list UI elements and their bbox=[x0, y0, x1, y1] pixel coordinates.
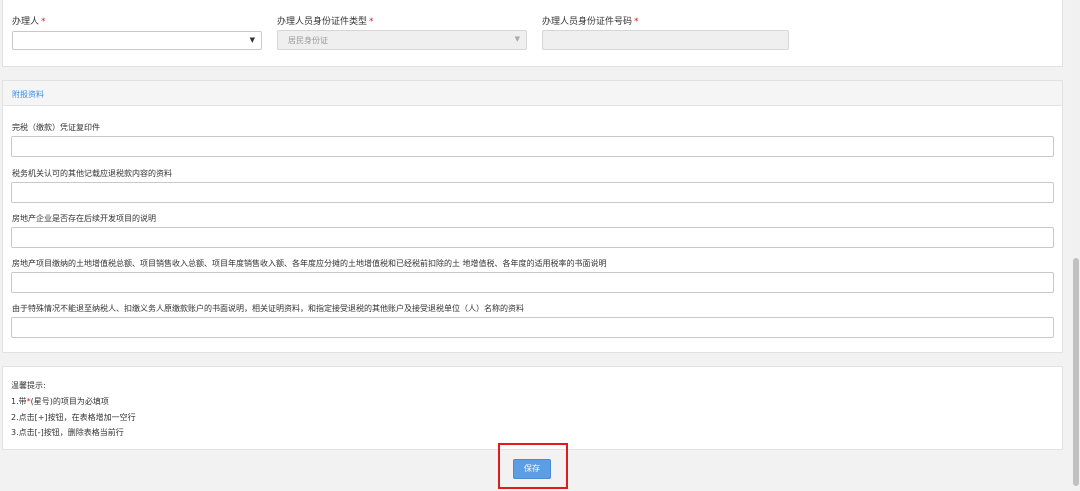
handler-select[interactable]: ▼ bbox=[12, 31, 262, 50]
attachment-label: 税务机关认可的其他记载应退税款内容的资料 bbox=[12, 169, 172, 178]
id-type-label: 办理人员身份证件类型 * bbox=[277, 17, 374, 27]
id-type-value: 居民身份证 bbox=[288, 36, 328, 45]
attachment-input-special-account[interactable] bbox=[11, 317, 1054, 338]
attachments-panel: 附报资料 完税（缴款）凭证复印件 税务机关认可的其他记载应退税款内容的资料 房地… bbox=[2, 80, 1063, 353]
attachment-input-refund-records[interactable] bbox=[11, 182, 1054, 203]
handler-label: 办理人 * bbox=[12, 17, 46, 27]
tip-line-2: 2.点击[+]按钮，在表格增加一空行 bbox=[11, 413, 136, 422]
attachment-label: 完税（缴款）凭证复印件 bbox=[12, 123, 100, 132]
chevron-down-icon: ▼ bbox=[249, 36, 255, 44]
id-number-label: 办理人员身份证件号码 * bbox=[542, 17, 639, 27]
tips-panel: 温馨提示: 1.带*(星号)的项目为必填项 2.点击[+]按钮，在表格增加一空行… bbox=[2, 366, 1063, 450]
id-type-select[interactable]: 居民身份证 ▼ bbox=[277, 30, 527, 50]
save-button[interactable]: 保存 bbox=[513, 459, 551, 479]
required-mark: * bbox=[369, 17, 374, 27]
tips-title: 温馨提示: bbox=[11, 381, 46, 390]
chevron-down-icon: ▼ bbox=[514, 35, 520, 43]
attachment-label: 房地产项目缴纳的土地增值税总额、项目销售收入总额、项目年度销售收入额、各年度应分… bbox=[12, 259, 607, 268]
attachment-label: 房地产企业是否存在后续开发项目的说明 bbox=[12, 214, 156, 223]
attachment-input-tax-receipt[interactable] bbox=[11, 136, 1054, 157]
attachments-title: 附报资料 bbox=[12, 90, 44, 99]
attachment-label: 由于特殊情况不能退至纳税人、扣缴义务人原缴款账户的书面说明，相关证明资料，和指定… bbox=[12, 304, 524, 313]
attachment-input-land-tax-statement[interactable] bbox=[11, 272, 1054, 293]
tip-line-3: 3.点击[-]按钮，删除表格当前行 bbox=[11, 428, 124, 437]
handler-info-panel: 办理人 * ▼ 办理人员身份证件类型 * 居民身份证 ▼ 办理人员身份证件号码 * bbox=[2, 0, 1063, 67]
scrollbar-thumb[interactable] bbox=[1073, 258, 1079, 486]
required-mark: * bbox=[634, 17, 639, 27]
required-mark: * bbox=[41, 17, 46, 27]
id-number-input[interactable] bbox=[542, 30, 789, 50]
attachment-input-followup-project[interactable] bbox=[11, 227, 1054, 248]
tip-line-1: 1.带*(星号)的项目为必填项 bbox=[11, 397, 109, 406]
attachments-header: 附报资料 bbox=[3, 81, 1062, 106]
